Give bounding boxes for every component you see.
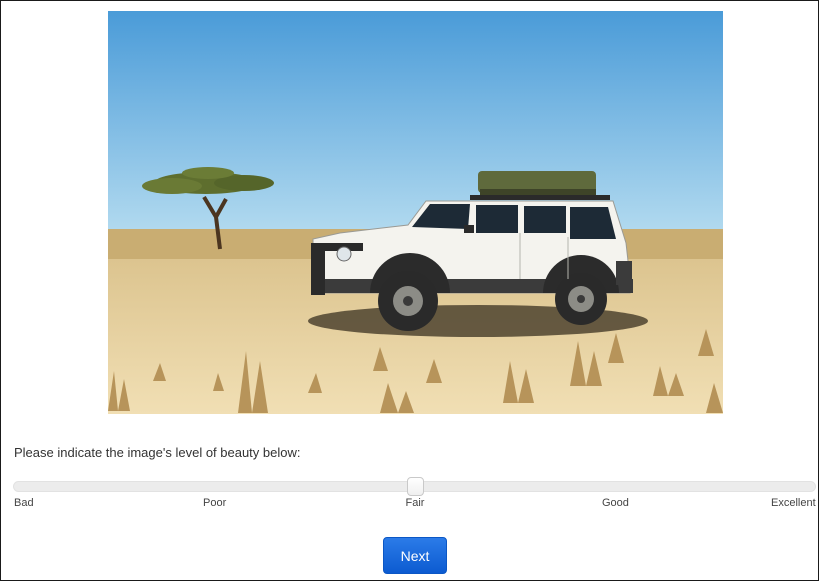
slider-label-fair: Fair bbox=[405, 497, 425, 509]
beauty-slider-thumb[interactable] bbox=[407, 477, 424, 496]
front-wheel bbox=[378, 271, 438, 331]
slider-label-excellent: Excellent bbox=[771, 497, 816, 509]
beauty-prompt: Please indicate the image's level of bea… bbox=[14, 445, 301, 460]
slider-label-good: Good bbox=[602, 497, 629, 509]
slider-label-bad: Bad bbox=[14, 497, 34, 509]
sky bbox=[108, 11, 723, 239]
slider-label-poor: Poor bbox=[203, 497, 227, 509]
desert-suv-photo bbox=[108, 11, 723, 414]
photo-drawing bbox=[108, 11, 723, 414]
rear-wheel bbox=[555, 273, 607, 325]
next-button[interactable]: Next bbox=[383, 537, 447, 574]
survey-frame: Please indicate the image's level of bea… bbox=[0, 0, 819, 581]
